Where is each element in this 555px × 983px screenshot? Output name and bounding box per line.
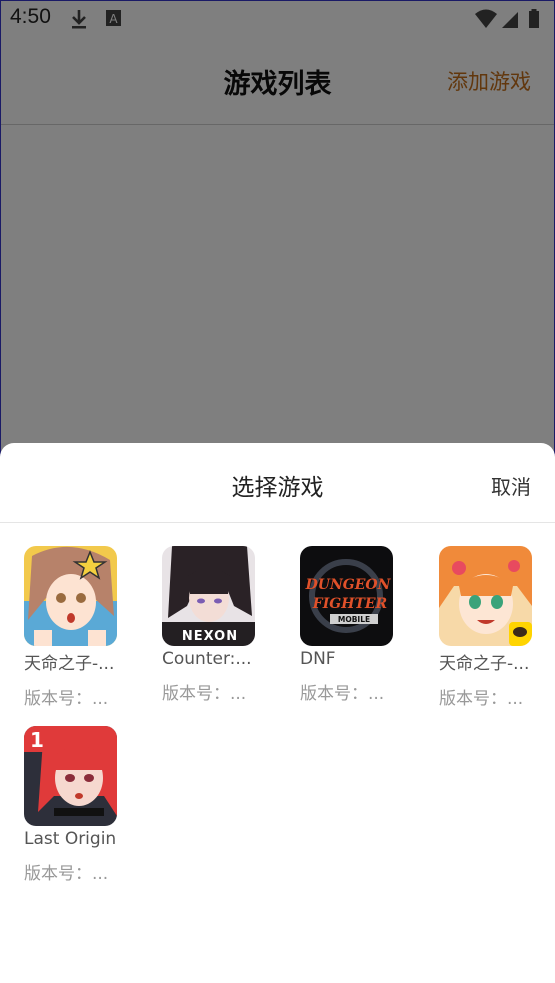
dungeon-fighter-icon: DUNGEON FIGHTER MOBILE xyxy=(300,546,393,646)
fighter-logo-text: FIGHTER xyxy=(312,596,387,612)
game-item[interactable]: 天命之子-... 版本号：... xyxy=(24,546,124,709)
game-version: 版本号：... xyxy=(439,689,524,709)
nexon-logo-text: NEXON xyxy=(182,629,238,644)
last-origin-badge: 1 xyxy=(30,728,44,752)
game-version: 版本号：... xyxy=(300,684,385,704)
select-game-sheet: 选择游戏 取消 天命之子-... 版本号：... NEXON Counter:.… xyxy=(0,443,555,983)
game-version: 版本号：... xyxy=(162,684,247,704)
last-origin-icon: 1 xyxy=(24,726,117,826)
dungeon-logo-text: DUNGEON xyxy=(305,577,392,593)
game-version: 版本号：... xyxy=(24,689,109,709)
game-version: 版本号：... xyxy=(24,864,109,884)
game-item[interactable]: DUNGEON FIGHTER MOBILE DNF 版本号：... xyxy=(300,546,400,704)
anime-girl-icon xyxy=(24,546,117,646)
game-item[interactable]: NEXON Counter:... 版本号：... xyxy=(162,546,262,704)
game-name: Last Origin xyxy=(24,829,117,849)
game-name: 天命之子-... xyxy=(24,654,115,674)
game-item[interactable]: 天命之子-... 版本号：... xyxy=(439,546,539,709)
game-name: Counter:... xyxy=(162,649,252,669)
anime-girl-chat-icon xyxy=(439,546,532,646)
mobile-logo-text: MOBILE xyxy=(338,615,370,624)
nexon-icon: NEXON xyxy=(162,546,255,646)
game-name: 天命之子-... xyxy=(439,654,530,674)
game-item[interactable]: 1 Last Origin 版本号：... xyxy=(24,726,124,884)
game-grid: 天命之子-... 版本号：... NEXON Counter:... 版本号：.… xyxy=(0,443,555,983)
game-name: DNF xyxy=(300,649,336,669)
